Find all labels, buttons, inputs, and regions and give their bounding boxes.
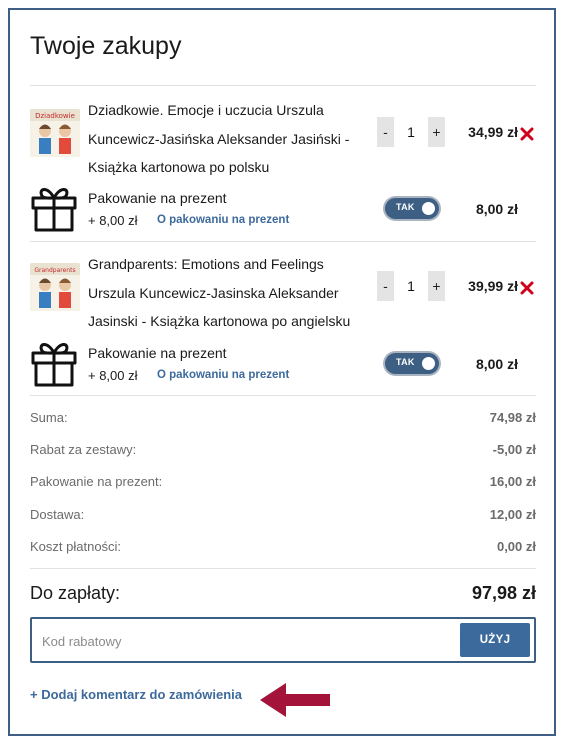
divider (30, 395, 536, 396)
summary-row-shipping: Dostawa: 12,00 zł (30, 507, 536, 527)
product-name[interactable]: Grandparents: Emotions and Feelings Ursz… (88, 250, 358, 336)
toggle-label: TAK (396, 202, 415, 212)
coupon-box: UŻYJ (30, 617, 536, 663)
qty-increase-button[interactable]: + (428, 271, 445, 301)
qty-value[interactable]: 1 (394, 117, 428, 147)
cart-panel: Twoje zakupy Dziadkowie Dziadkowie. Emoc… (8, 8, 556, 736)
qty-value[interactable]: 1 (394, 271, 428, 301)
gift-wrap-title: Pakowanie na prezent (88, 345, 227, 361)
summary-row-gift-wrap: Pakowanie na prezent: 16,00 zł (30, 474, 536, 494)
gift-wrap-amount: 8,00 zł (475, 201, 518, 217)
item-price: 39,99 zł (468, 278, 518, 294)
add-order-comment-link[interactable]: + Dodaj komentarz do zamówienia (30, 687, 242, 702)
divider (30, 568, 536, 569)
summary-value: -5,00 zł (492, 442, 536, 457)
total-label: Do zapłaty: (30, 583, 121, 603)
toggle-label: TAK (396, 357, 415, 367)
toggle-knob (422, 357, 435, 370)
qty-decrease-button[interactable]: - (377, 117, 394, 147)
summary-label: Rabat za zestawy: (30, 442, 137, 457)
svg-text:Dziadkowie: Dziadkowie (35, 112, 75, 120)
gift-icon (30, 339, 78, 387)
item-price: 34,99 zł (468, 124, 518, 140)
left-arrow-icon (260, 683, 330, 717)
gift-wrap-price: + 8,00 zł (88, 368, 138, 383)
total-value: 97,98 zł (471, 583, 536, 603)
divider (30, 85, 536, 86)
summary-value: 12,00 zł (489, 507, 536, 522)
summary-label: Pakowanie na prezent: (30, 474, 163, 489)
qty-increase-button[interactable]: + (428, 117, 445, 147)
toggle-knob (422, 202, 435, 215)
svg-text:Grandparents: Grandparents (34, 267, 75, 274)
summary-row-payment-fee: Koszt płatności: 0,00 zł (30, 539, 536, 559)
summary-label: Dostawa: (30, 507, 85, 522)
gift-wrap-price: + 8,00 zł (88, 213, 138, 228)
quantity-stepper: - 1 + (377, 271, 445, 301)
divider (30, 241, 536, 242)
gift-wrap-info-link[interactable]: O pakowaniu na prezent (157, 214, 289, 226)
product-name[interactable]: Dziadkowie. Emocje i uczucia Urszula Kun… (88, 96, 358, 182)
apply-coupon-button[interactable]: UŻYJ (460, 623, 530, 657)
coupon-code-input[interactable] (40, 628, 444, 654)
close-icon (520, 281, 534, 295)
gift-wrap-toggle[interactable]: TAK (385, 353, 439, 374)
summary-value: 0,00 zł (496, 539, 536, 554)
summary-value: 16,00 zł (489, 474, 536, 489)
summary-value: 74,98 zł (489, 410, 536, 425)
remove-item-button[interactable] (520, 281, 534, 295)
summary-row-discount: Rabat za zestawy: -5,00 zł (30, 442, 536, 462)
close-icon (520, 127, 534, 141)
total-row: Do zapłaty: 97,98 zł (30, 583, 536, 609)
product-thumbnail[interactable]: Dziadkowie (30, 109, 80, 157)
quantity-stepper: - 1 + (377, 117, 445, 147)
summary-label: Suma: (30, 410, 68, 425)
gift-wrap-amount: 8,00 zł (475, 356, 518, 372)
remove-item-button[interactable] (520, 127, 534, 141)
summary-row-subtotal: Suma: 74,98 zł (30, 410, 536, 430)
summary-label: Koszt płatności: (30, 539, 122, 554)
gift-wrap-toggle[interactable]: TAK (385, 198, 439, 219)
product-thumbnail[interactable]: Grandparents (30, 263, 80, 311)
gift-wrap-title: Pakowanie na prezent (88, 190, 227, 206)
page-title: Twoje zakupy (30, 32, 182, 60)
gift-icon (30, 184, 78, 232)
gift-wrap-info-link[interactable]: O pakowaniu na prezent (157, 369, 289, 381)
qty-decrease-button[interactable]: - (377, 271, 394, 301)
